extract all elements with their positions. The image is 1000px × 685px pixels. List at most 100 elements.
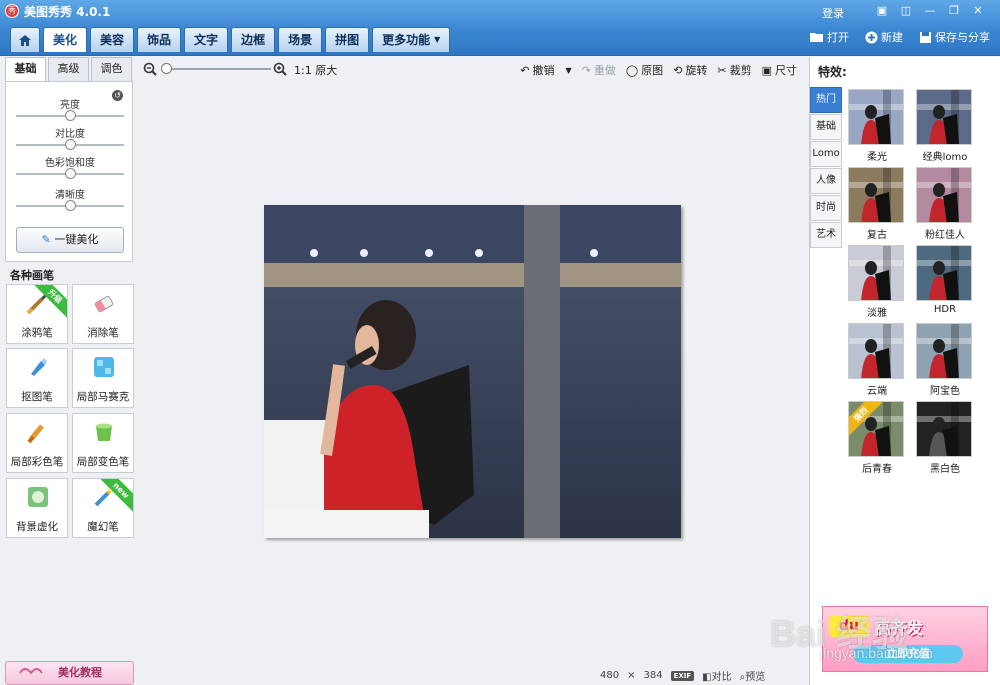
plus-circle-icon (865, 31, 878, 43)
effect-black-white[interactable]: 黑白色 (916, 401, 974, 475)
saturation-slider: 色彩饱和度 (16, 154, 124, 179)
paint-bucket-icon (96, 423, 112, 441)
window-controls: ▣ ◫ — ❐ ✕ (872, 3, 988, 19)
preview-button[interactable]: ⌕预览 (740, 668, 766, 683)
recolor-brush-button[interactable]: 局部变色笔 (72, 413, 134, 473)
save-share-button[interactable]: 保存与分享 (919, 29, 990, 45)
new-button[interactable]: 新建 (865, 29, 903, 45)
image-height: 384 (643, 670, 663, 681)
effect-cloud[interactable]: 云端 (848, 323, 906, 397)
resize-button[interactable]: ▣ 尺寸 (762, 62, 797, 78)
effects-panel: 特效: 热门 基础 Lomo 人像 时尚 艺术 柔光 经典lomo 复古 粉红佳人 淡雅… (809, 57, 1000, 685)
background-blur-button[interactable]: 背景虚化 (6, 478, 68, 538)
open-button[interactable]: 打开 (810, 29, 849, 45)
doodle-brush-label: 涂鸦笔 (21, 327, 53, 339)
skin-icon[interactable]: ◫ (896, 3, 916, 19)
brightness-knob[interactable] (65, 110, 76, 121)
image-toolbar: 1:1 原大 ↶ 撤销 ▼ ↷ 重做 ◯ 原图 ⟲ 旋转 ✂ 裁剪 ▣ 尺寸 (137, 57, 807, 83)
restore-icon[interactable]: ❐ (944, 3, 964, 19)
ad-button[interactable]: 立即充值 (853, 645, 963, 663)
undo-button[interactable]: ↶ 撤销 ▼ (520, 62, 571, 78)
tab-home[interactable] (10, 27, 40, 52)
sharpness-track[interactable] (16, 200, 124, 211)
effect-thumbnail (916, 167, 972, 223)
exif-button[interactable]: EXIF (670, 670, 695, 681)
main-tabs: 美化 美容 饰品 文字 边框 场景 拼图 更多功能 ▼ (10, 27, 451, 52)
background-blur-label: 背景虚化 (16, 521, 58, 533)
tab-frames[interactable]: 边框 (231, 27, 276, 52)
undo-dropdown-icon[interactable]: ▼ (565, 66, 571, 75)
effect-category-art[interactable]: 艺术 (810, 222, 842, 248)
sharpness-knob[interactable] (65, 200, 76, 211)
brightness-track[interactable] (16, 110, 124, 121)
effect-soft-light[interactable]: 柔光 (848, 89, 906, 163)
effect-category-portrait[interactable]: 人像 (810, 168, 842, 194)
compare-button[interactable]: ◧对比 (702, 668, 731, 683)
effect-category-fashion[interactable]: 时尚 (810, 195, 842, 221)
scissors-icon: ✂ (717, 63, 727, 77)
original-size-button[interactable]: 1:1 原大 (294, 62, 337, 78)
tutorial-label: 美化教程 (58, 666, 102, 679)
effect-abao-color[interactable]: 阿宝色 (916, 323, 974, 397)
close-icon[interactable]: ✕ (968, 3, 988, 19)
eraser-brush-button[interactable]: 消除笔 (72, 284, 134, 344)
tab-text[interactable]: 文字 (184, 27, 229, 52)
doodle-brush-button[interactable]: 升级 涂鸦笔 (6, 284, 68, 344)
tab-color[interactable]: 调色 (91, 57, 132, 81)
cutout-brush-button[interactable]: 抠图笔 (6, 348, 68, 408)
contrast-track[interactable] (16, 139, 124, 150)
saturation-knob[interactable] (65, 168, 76, 179)
tab-collage[interactable]: 拼图 (325, 27, 370, 52)
effect-category-basic[interactable]: 基础 (810, 114, 842, 140)
effect-label: 经典lomo (922, 152, 968, 163)
photo-woman-on-phone (264, 205, 681, 538)
rotate-button[interactable]: ⟲ 旋转 (673, 62, 707, 78)
restore-button[interactable]: ◯ 原图 (626, 62, 663, 78)
feedback-icon[interactable]: ▣ (872, 3, 892, 19)
effect-category-lomo[interactable]: Lomo (810, 141, 842, 167)
color-brush-button[interactable]: 局部彩色笔 (6, 413, 68, 473)
effect-post-youth[interactable]: 强烈 后青春 (848, 401, 906, 475)
status-bar: 480 × 384 EXIF ◧对比 ⌕预览 (600, 668, 765, 683)
eraser-brush-label: 消除笔 (87, 327, 119, 339)
effect-label: 云端 (867, 386, 887, 397)
tab-basic[interactable]: 基础 (5, 57, 46, 81)
left-panel: 基础 高级 调色 ↺ 亮度 对比度 色彩饱和度 清晰度 ✎ 一键美化 各种画笔 … (0, 57, 137, 685)
zoom-knob[interactable] (161, 63, 172, 74)
tutorial-button[interactable]: 美化教程 (5, 661, 134, 685)
magic-brush-button[interactable]: new 魔幻笔 (72, 478, 134, 538)
saturation-track[interactable] (16, 168, 124, 179)
effect-pink-lady[interactable]: 粉红佳人 (916, 167, 974, 241)
save-share-label: 保存与分享 (935, 31, 990, 44)
effect-classic-lomo[interactable]: 经典lomo (916, 89, 974, 163)
brushes-heading: 各种画笔 (10, 269, 54, 282)
minimize-icon[interactable]: — (920, 3, 940, 19)
tab-scenes[interactable]: 场景 (278, 27, 323, 52)
mosaic-brush-button[interactable]: 局部马赛克 (72, 348, 134, 408)
tab-accessories[interactable]: 饰品 (137, 27, 182, 52)
zoom-slider[interactable] (161, 63, 271, 74)
edit-tools: ↶ 撤销 ▼ ↷ 重做 ◯ 原图 ⟲ 旋转 ✂ 裁剪 ▣ 尺寸 (520, 62, 797, 78)
zoom-out-icon[interactable] (143, 62, 157, 76)
resize-label: 尺寸 (775, 64, 797, 77)
tab-face[interactable]: 美容 (90, 27, 135, 52)
blur-icon (28, 487, 48, 507)
tab-advanced[interactable]: 高级 (48, 57, 89, 81)
ad-banner[interactable]: du 高齐发 立即充值 (822, 606, 988, 672)
sharpness-label: 清晰度 (55, 190, 85, 201)
redo-button[interactable]: ↷ 重做 (582, 62, 616, 78)
undo-icon: ↶ (520, 63, 530, 77)
effect-hdr[interactable]: HDR (916, 245, 974, 315)
zoom-in-icon[interactable] (273, 62, 287, 76)
contrast-knob[interactable] (65, 139, 76, 150)
crop-button[interactable]: ✂ 裁剪 (717, 62, 751, 78)
tab-more[interactable]: 更多功能 ▼ (372, 27, 451, 52)
tab-beautify[interactable]: 美化 (43, 27, 88, 52)
save-icon (920, 31, 931, 43)
effect-retro[interactable]: 复古 (848, 167, 906, 241)
login-link[interactable]: 登录 (822, 5, 844, 21)
effect-category-hot[interactable]: 热门 (810, 87, 842, 113)
color-brush-label: 局部彩色笔 (10, 456, 64, 468)
effect-elegant[interactable]: 淡雅 (848, 245, 906, 319)
one-key-beautify-button[interactable]: ✎ 一键美化 (16, 227, 124, 253)
